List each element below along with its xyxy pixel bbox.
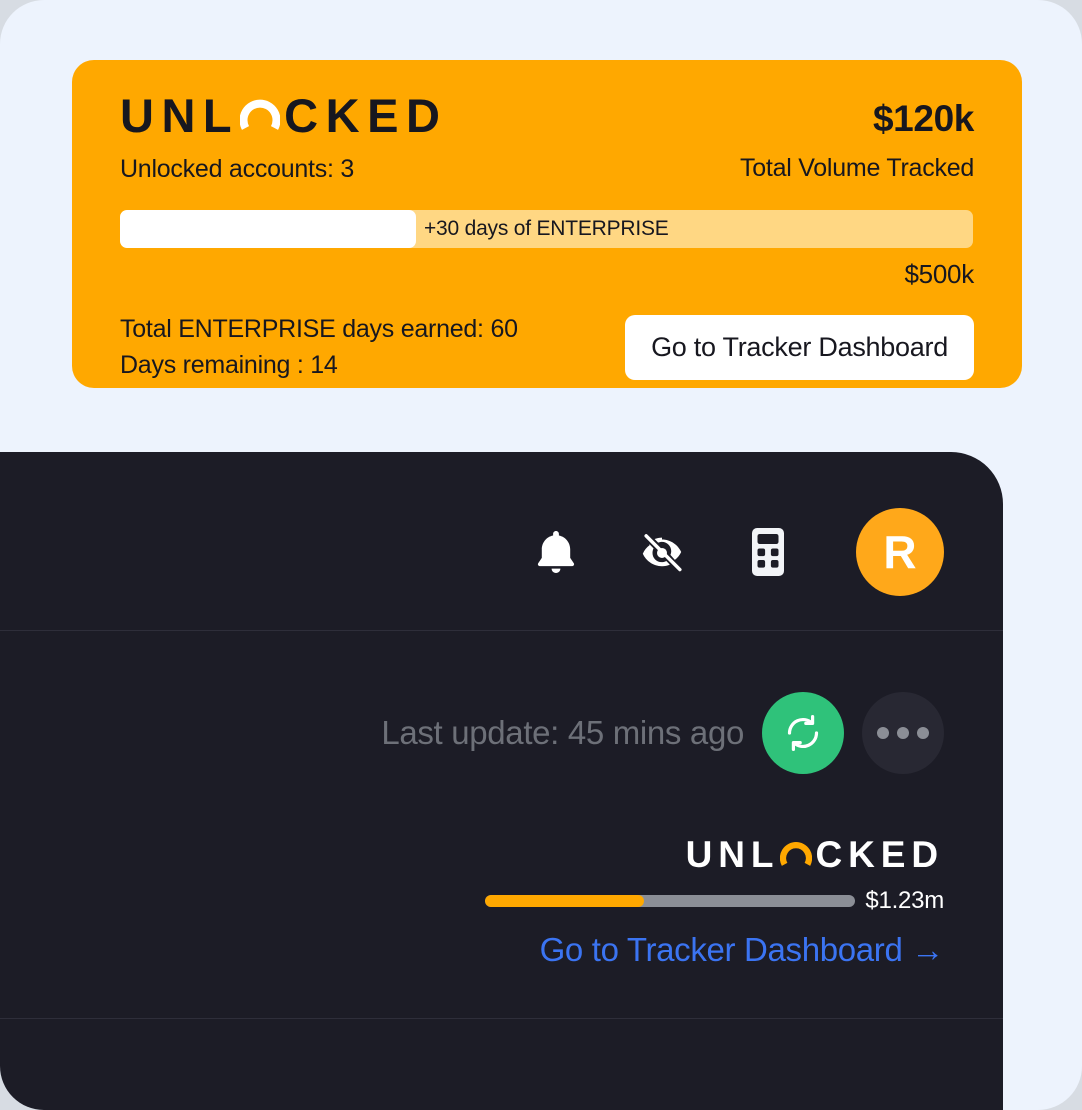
unlocked-ring-icon xyxy=(780,836,813,873)
tracker-progress-fill xyxy=(485,895,645,907)
eye-off-icon[interactable] xyxy=(638,528,686,576)
unlocked-promo-card: UNL CKED Unlocked accounts: 3 $120k Tota… xyxy=(72,60,1022,388)
promo-progress-max-label: $500k xyxy=(904,259,974,289)
promo-progress-section: +30 days of ENTERPRISE $500k xyxy=(120,210,974,290)
user-avatar[interactable]: R xyxy=(856,508,944,596)
promo-progress-reward-label: +30 days of ENTERPRISE xyxy=(423,217,669,240)
tracker-progress-bar xyxy=(485,895,856,907)
arrow-right-icon: → xyxy=(911,931,944,968)
promo-header-right: $120k Total Volume Tracked xyxy=(740,92,974,183)
unlocked-ring-icon xyxy=(240,92,281,139)
go-to-tracker-dashboard-button[interactable]: Go to Tracker Dashboard xyxy=(625,315,974,380)
wordmark-text-prefix: UNL xyxy=(120,89,240,142)
bell-icon[interactable] xyxy=(532,528,580,576)
page-background-panel: UNL CKED Unlocked accounts: 3 $120k Tota… xyxy=(0,0,1082,1110)
unlocked-accounts-label: Unlocked accounts: 3 xyxy=(120,155,355,183)
wordmark-text-suffix: CKED xyxy=(284,89,448,142)
panel-divider-top xyxy=(0,630,1003,631)
promo-stats-list: Total ENTERPRISE days earned: 60 Days re… xyxy=(120,312,518,383)
refresh-sync-icon[interactable] xyxy=(762,692,844,774)
tracker-progress-value: $1.23m xyxy=(865,887,944,914)
more-dot xyxy=(917,727,929,739)
more-dot xyxy=(897,727,909,739)
calculator-icon[interactable] xyxy=(744,528,792,576)
last-update-status: Last update: 45 mins ago xyxy=(381,714,744,751)
last-update-row: Last update: 45 mins ago xyxy=(0,692,1003,774)
promo-progress-bar: +30 days of ENTERPRISE xyxy=(120,210,973,248)
tracker-summary-block: UNL CKED $1.23m Go to Tracker Dashboard … xyxy=(0,836,1003,969)
unlocked-wordmark: UNL CKED xyxy=(120,92,447,139)
promo-header-left: UNL CKED Unlocked accounts: 3 xyxy=(120,92,447,184)
total-volume-label: Total Volume Tracked xyxy=(739,154,974,182)
wordmark-text-suffix: CKED xyxy=(815,834,944,875)
promo-footer-row: Total ENTERPRISE days earned: 60 Days re… xyxy=(120,312,974,383)
promo-progress-fill xyxy=(120,210,416,248)
stat-days-earned: Total ENTERPRISE days earned: 60 xyxy=(120,315,518,343)
wordmark-text-prefix: UNL xyxy=(685,834,780,875)
panel-divider-bottom xyxy=(0,1018,1003,1019)
app-header-icon-row: R xyxy=(0,508,1003,596)
more-dots-icon[interactable] xyxy=(862,692,944,774)
unlocked-wordmark: UNL CKED xyxy=(686,836,944,873)
tracker-link-label: Go to Tracker Dashboard xyxy=(539,931,903,968)
total-volume-amount: $120k xyxy=(872,98,974,139)
more-dot xyxy=(877,727,889,739)
go-to-tracker-dashboard-link[interactable]: Go to Tracker Dashboard → xyxy=(539,931,945,969)
promo-header-row: UNL CKED Unlocked accounts: 3 $120k Tota… xyxy=(120,92,974,184)
tracker-progress-row: $1.23m xyxy=(485,887,944,915)
stat-days-remaining: Days remaining : 14 xyxy=(120,350,338,379)
